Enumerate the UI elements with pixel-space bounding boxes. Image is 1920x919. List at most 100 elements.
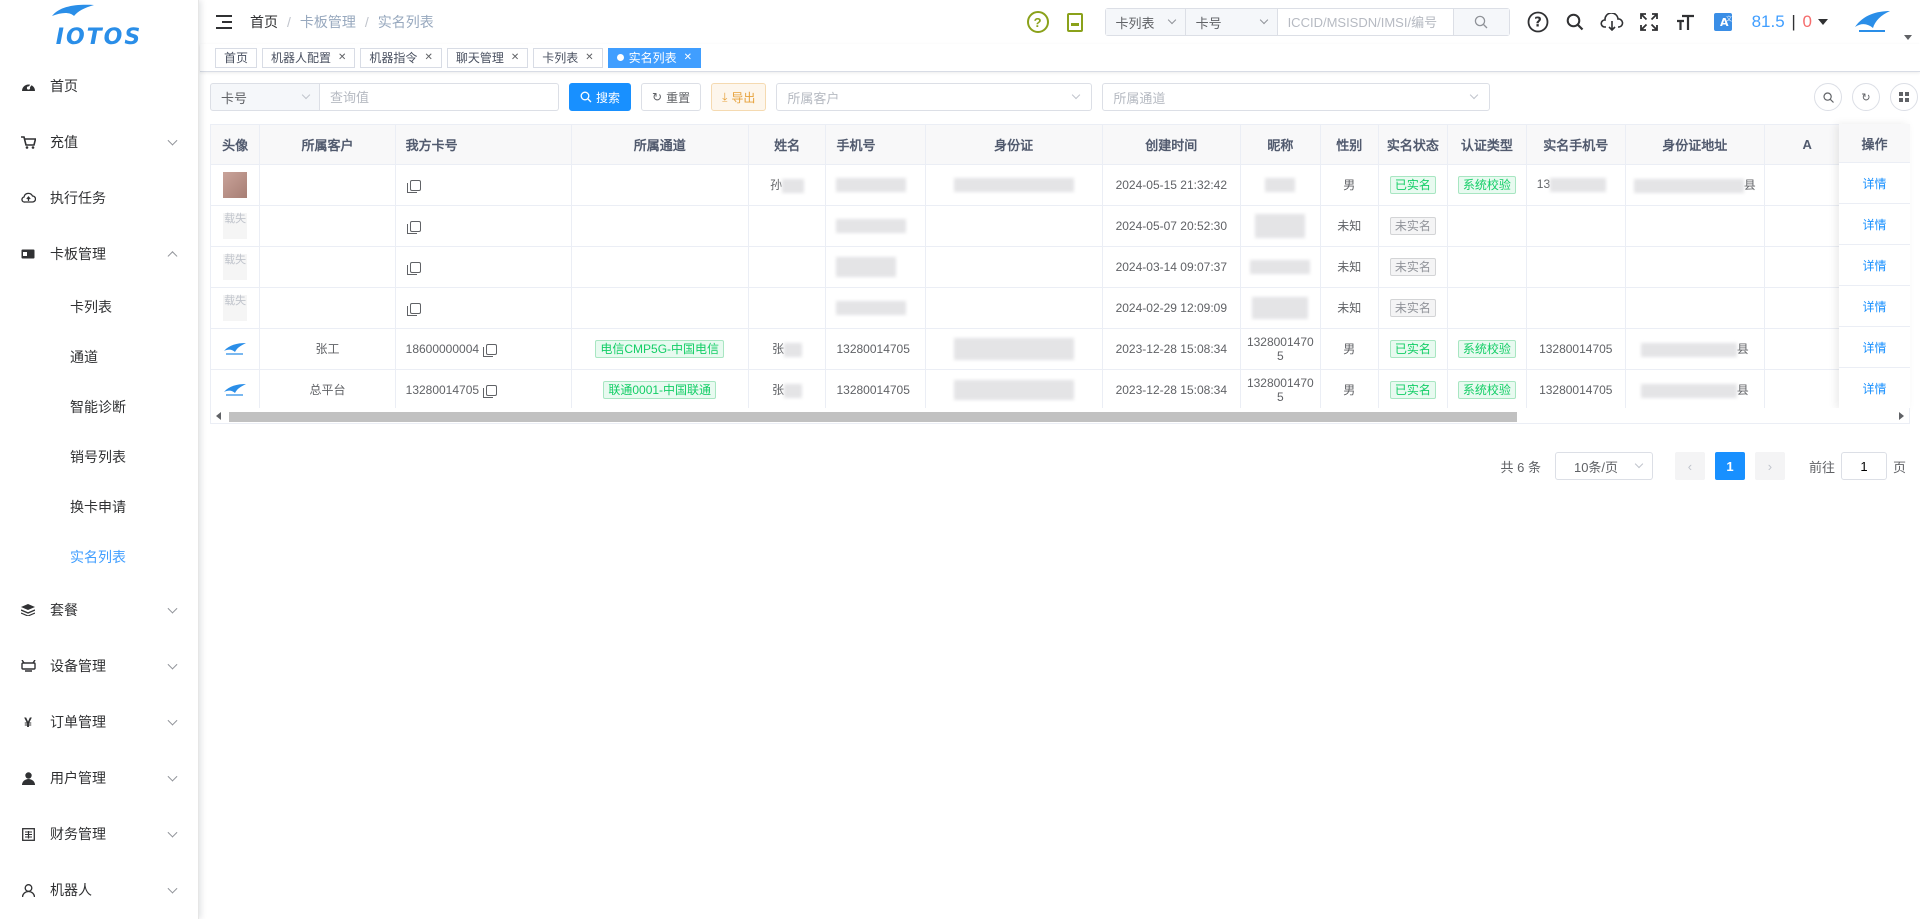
search-icon[interactable] <box>1563 10 1587 34</box>
sidebar-item-users[interactable]: 用户管理 <box>0 750 198 806</box>
toggle-search-button[interactable] <box>1814 83 1842 111</box>
tag-chat-mgmt[interactable]: 聊天管理 ✕ <box>446 47 529 68</box>
tag-home[interactable]: 首页 <box>215 47 258 68</box>
help-icon[interactable]: ? <box>1526 10 1550 34</box>
page-size-select[interactable]: 10条/页 <box>1554 452 1653 480</box>
avatar-logo-icon[interactable] <box>223 383 247 397</box>
scrollbar-thumb[interactable] <box>229 412 1517 422</box>
prev-page-button[interactable]: ‹ <box>1674 452 1705 480</box>
sidebar-subitem-cancelled[interactable]: 销号列表 <box>0 432 198 482</box>
breadcrumb-home[interactable]: 首页 <box>250 12 278 32</box>
user-dropdown-icon[interactable] <box>1904 34 1912 40</box>
tag-card-list[interactable]: 卡列表 ✕ <box>533 47 603 68</box>
copy-icon[interactable] <box>406 261 421 275</box>
copy-icon[interactable] <box>483 343 498 357</box>
horizontal-scrollbar[interactable] <box>210 408 1910 424</box>
close-icon[interactable]: ✕ <box>684 52 692 63</box>
fullscreen-icon[interactable] <box>1637 10 1661 34</box>
copy-icon[interactable] <box>406 179 421 193</box>
col-header-card: 我方卡号 <box>395 125 572 165</box>
avatar-photo[interactable] <box>223 171 248 198</box>
doc-icon[interactable] <box>1066 12 1083 32</box>
avatar-logo-icon[interactable] <box>223 342 247 356</box>
sidebar-item-robot[interactable]: 机器人 <box>0 862 198 918</box>
goto-page-input[interactable] <box>1840 452 1887 480</box>
detail-link[interactable]: 详情 <box>1862 339 1886 356</box>
avatar-broken-image[interactable]: 载失 <box>223 212 248 239</box>
export-button[interactable]: ⤓ 导出 <box>711 83 767 111</box>
sidebar-item-device[interactable]: 设备管理 <box>0 638 198 694</box>
close-icon[interactable]: ✕ <box>585 52 593 63</box>
detail-link[interactable]: 详情 <box>1862 298 1886 315</box>
cell-idcard <box>925 287 1103 329</box>
customer-select[interactable]: 所属客户 <box>776 83 1093 111</box>
font-size-icon[interactable] <box>1674 10 1698 34</box>
hamburger-icon[interactable] <box>216 15 232 29</box>
chevron-down-icon <box>167 659 178 670</box>
balance-display[interactable]: 81.5 | 0 <box>1752 12 1812 32</box>
tag-robot-config[interactable]: 机器人配置 ✕ <box>262 47 356 68</box>
auth-badge: 系统校验 <box>1457 175 1516 194</box>
search-field-select[interactable]: 卡号 <box>1184 9 1277 35</box>
next-page-button[interactable]: › <box>1754 452 1785 480</box>
sidebar-item-finance[interactable]: 财务管理 <box>0 806 198 862</box>
sidebar-item-orders[interactable]: ¥ 订单管理 <box>0 694 198 750</box>
channel-select[interactable]: 所属通道 <box>1102 83 1491 111</box>
close-icon[interactable]: ✕ <box>511 52 519 63</box>
sidebar-item-label: 充值 <box>50 134 78 150</box>
tag-realname-list[interactable]: 实名列表 ✕ <box>607 47 702 68</box>
query-input[interactable] <box>320 83 559 111</box>
copy-icon[interactable] <box>483 384 498 398</box>
masked-text <box>1250 259 1311 274</box>
sidebar-item-home[interactable]: 首页 <box>0 58 198 114</box>
detail-link[interactable]: 详情 <box>1862 380 1886 397</box>
cell-avatar: 载失 <box>211 287 261 329</box>
sidebar-item-label: 卡板管理 <box>50 246 106 262</box>
cloud-download-icon[interactable] <box>1600 10 1624 34</box>
global-search-input[interactable] <box>1276 9 1453 35</box>
copy-icon[interactable] <box>406 302 421 316</box>
cell-status: 已实名 <box>1378 369 1448 411</box>
chevron-down-icon <box>167 771 178 782</box>
balance-dropdown-icon[interactable] <box>1818 19 1828 25</box>
status-badge: 已实名 <box>1389 380 1436 399</box>
sidebar-subitem-card-list[interactable]: 卡列表 <box>0 282 198 332</box>
cell-nickname <box>1240 246 1321 288</box>
close-icon[interactable]: ✕ <box>424 52 432 63</box>
col-header-a: A <box>1764 125 1851 165</box>
detail-link[interactable]: 详情 <box>1862 257 1886 274</box>
page-number-active[interactable]: 1 <box>1714 452 1745 480</box>
field-select[interactable]: 卡号 <box>210 83 320 111</box>
breadcrumb-card-mgmt[interactable]: 卡板管理 <box>300 12 356 32</box>
tag-robot-cmd[interactable]: 机器指令 ✕ <box>360 47 442 68</box>
scroll-right-arrow-icon[interactable] <box>1899 412 1904 420</box>
detail-link[interactable]: 详情 <box>1862 175 1886 192</box>
logo[interactable]: IOTOS <box>0 0 198 58</box>
sidebar-subitem-card-swap[interactable]: 换卡申请 <box>0 482 198 532</box>
refresh-button[interactable]: ↻ <box>1852 83 1880 111</box>
global-search-button[interactable] <box>1452 9 1509 35</box>
scroll-left-arrow-icon[interactable] <box>216 412 221 420</box>
columns-button[interactable] <box>1890 83 1918 111</box>
sidebar-item-tasks[interactable]: 执行任务 <box>0 170 198 226</box>
avatar-broken-image[interactable]: 载失 <box>223 253 248 280</box>
sidebar-subitem-realname[interactable]: 实名列表 <box>0 532 198 582</box>
sidebar-item-card-mgmt[interactable]: 卡板管理 <box>0 226 198 282</box>
sidebar-item-package[interactable]: 套餐 <box>0 582 198 638</box>
avatar[interactable] <box>1852 2 1892 42</box>
sidebar-subitem-label: 通道 <box>70 349 98 365</box>
search-type-select[interactable]: 卡列表 <box>1105 9 1185 35</box>
translate-icon[interactable]: A文 <box>1711 10 1735 34</box>
close-icon[interactable]: ✕ <box>338 52 346 63</box>
detail-link[interactable]: 详情 <box>1862 216 1886 233</box>
avatar-broken-image[interactable]: 载失 <box>223 294 248 321</box>
sidebar-subitem-channel[interactable]: 通道 <box>0 332 198 382</box>
main-area: 首页 / 卡板管理 / 实名列表 ? 卡列表 卡号 ICCID/MSISDN/I… <box>200 0 1920 919</box>
sidebar-subitem-diagnosis[interactable]: 智能诊断 <box>0 382 198 432</box>
reset-button[interactable]: ↻ 重置 <box>641 83 702 111</box>
question-green-icon[interactable]: ? <box>1026 11 1049 33</box>
cell-created: 2024-02-29 12:09:09 <box>1102 287 1242 329</box>
copy-icon[interactable] <box>406 220 421 234</box>
search-button[interactable]: 搜索 <box>569 83 632 111</box>
sidebar-item-recharge[interactable]: 充值 <box>0 114 198 170</box>
